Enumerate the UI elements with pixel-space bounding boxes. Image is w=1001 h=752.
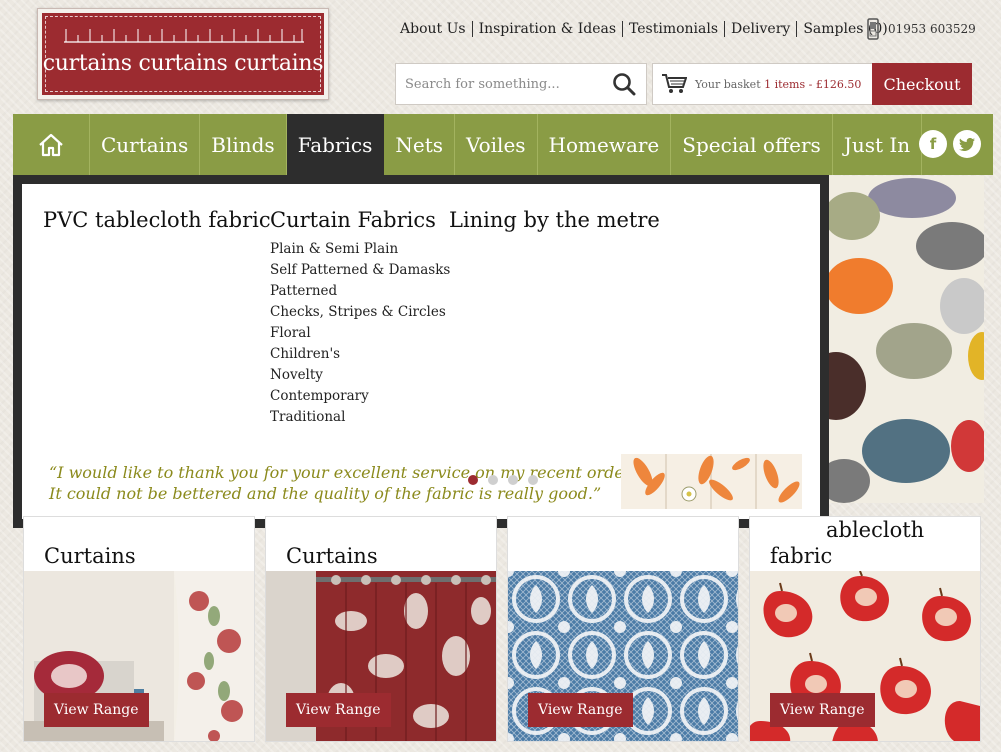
basket-label: Your basket (695, 77, 761, 91)
nav-voiles[interactable]: Voiles (455, 114, 538, 175)
basket-value: 1 items - £126.50 (764, 77, 862, 91)
logo-text: curtains curtains curtains (42, 51, 324, 76)
menu-item-floral[interactable]: Floral (270, 323, 450, 344)
search-icon (613, 73, 636, 96)
product-card-nets[interactable]: View Range (507, 516, 739, 742)
view-range-button[interactable]: View Range (770, 693, 875, 727)
nav-blinds[interactable]: Blinds (200, 114, 287, 175)
search-button[interactable] (602, 64, 646, 104)
menu-item-contemporary[interactable]: Contemporary (270, 386, 450, 407)
menu-curtain-fabrics[interactable]: Curtain Fabrics (270, 208, 436, 232)
search-input[interactable] (396, 64, 602, 104)
slider-dot-4[interactable] (528, 475, 538, 485)
top-links: About Us Inspiration & Ideas Testimonial… (400, 21, 894, 37)
card-title-line-1: ablecloth (826, 518, 925, 542)
menu-lining-by-the-metre[interactable]: Lining by the metre (449, 208, 660, 232)
site-logo[interactable]: curtains curtains curtains (37, 8, 329, 100)
view-range-button[interactable]: View Range (44, 693, 149, 727)
menu-item-childrens[interactable]: Children's (270, 344, 450, 365)
slider-dot-3[interactable] (508, 475, 518, 485)
curtain-fabrics-list: Plain & Semi Plain Self Patterned & Dama… (270, 239, 450, 428)
product-card-pvc-tablecloth[interactable]: ablecloth fabric View Range (749, 516, 981, 742)
phone-contact: 01953 603529 (866, 18, 976, 40)
card-title: Curtains (44, 544, 136, 568)
cart-icon (662, 74, 687, 93)
link-delivery[interactable]: Delivery (724, 21, 796, 37)
quote-line-2: It could not be bettered and the quality… (49, 484, 602, 503)
nav-just-in[interactable]: Just In (833, 114, 923, 175)
nav-homeware[interactable]: Homeware (538, 114, 672, 175)
fabrics-mega-menu: PVC tablecloth fabric Curtain Fabrics Pl… (13, 175, 829, 528)
menu-item-traditional[interactable]: Traditional (270, 407, 450, 428)
facebook-icon[interactable]: f (919, 130, 947, 158)
nav-fabrics[interactable]: Fabrics (286, 114, 385, 175)
card-title: ablecloth fabric (770, 517, 924, 569)
nav-special-offers[interactable]: Special offers (671, 114, 833, 175)
nav-home[interactable] (13, 114, 90, 175)
menu-item-novelty[interactable]: Novelty (270, 365, 450, 386)
menu-item-plain[interactable]: Plain & Semi Plain (270, 239, 450, 260)
link-inspiration[interactable]: Inspiration & Ideas (471, 21, 622, 37)
home-icon (39, 133, 63, 156)
testimonial-quote: “I would like to thank you for your exce… (49, 462, 635, 504)
nav-nets[interactable]: Nets (384, 114, 455, 175)
link-about-us[interactable]: About Us (400, 21, 472, 37)
twitter-icon[interactable] (953, 130, 981, 158)
nav-curtains[interactable]: Curtains (90, 114, 201, 175)
menu-item-self-patterned[interactable]: Self Patterned & Damasks (270, 260, 450, 281)
quote-line-1: “I would like to thank you for your exce… (49, 463, 635, 482)
phone-icon (867, 18, 879, 40)
slider-dot-2[interactable] (488, 475, 498, 485)
search-box (395, 63, 647, 105)
product-card-curtains-2[interactable]: Curtains View Range (265, 516, 497, 742)
floral-fabric-thumbnail (621, 454, 802, 509)
polka-dot-fabric-image (824, 176, 984, 503)
slider-dots (468, 475, 538, 485)
card-title: Curtains (286, 544, 378, 568)
link-testimonials[interactable]: Testimonials (622, 21, 724, 37)
slider-dot-1[interactable] (468, 475, 478, 485)
view-range-button[interactable]: View Range (528, 693, 633, 727)
basket-summary[interactable]: Your basket 1 items - £126.50 (652, 63, 873, 105)
card-title-line-2: fabric (770, 544, 833, 568)
social-links: f (919, 130, 981, 158)
hero-banner-image[interactable] (824, 176, 984, 503)
phone-number: 01953 603529 (888, 22, 976, 36)
product-card-curtains[interactable]: Curtains View Range (23, 516, 255, 742)
ruler-graphic (64, 29, 304, 43)
main-nav: Curtains Blinds Fabrics Nets Voiles Home… (13, 114, 993, 175)
view-range-button[interactable]: View Range (286, 693, 391, 727)
menu-item-patterned[interactable]: Patterned (270, 281, 450, 302)
menu-pvc-tablecloth-fabric[interactable]: PVC tablecloth fabric (43, 208, 271, 232)
menu-item-checks[interactable]: Checks, Stripes & Circles (270, 302, 450, 323)
checkout-button[interactable]: Checkout (872, 63, 972, 105)
